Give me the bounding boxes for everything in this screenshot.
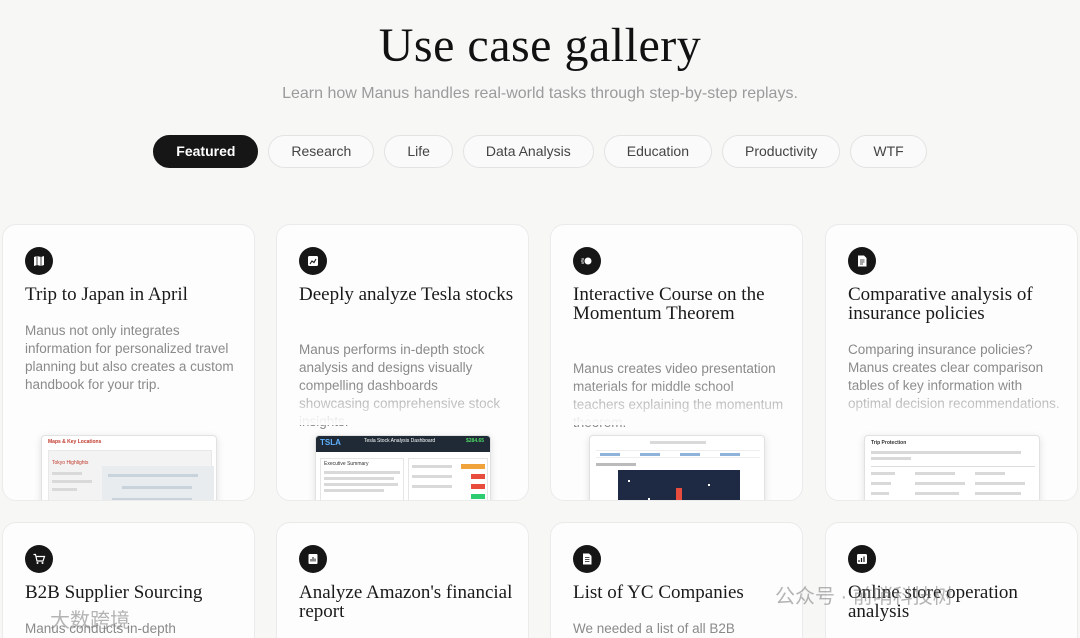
tab-education[interactable]: Education [603,135,713,168]
document-icon [848,247,876,275]
tab-productivity[interactable]: Productivity [722,135,841,168]
use-case-card-tesla-stocks[interactable]: Deeply analyze Tesla stocks Manus perfor… [276,224,529,501]
tab-featured[interactable]: Featured [153,135,259,168]
card-title: Deeply analyze Tesla stocks [299,284,514,305]
card-title: Interactive Course on the Momentum Theor… [573,284,765,324]
card-description: We needed a list of all B2B [573,621,735,636]
card-preview-image: Trip Protection [864,435,1040,500]
chart-card-icon [299,247,327,275]
card-title: B2B Supplier Sourcing [25,582,203,603]
category-tabs: Featured Research Life Data Analysis Edu… [0,135,1080,168]
use-case-card-insurance-policies[interactable]: Comparative analysis of insurance polici… [825,224,1078,501]
use-case-card-japan-trip[interactable]: Trip to Japan in April Manus not only in… [2,224,255,501]
tab-research[interactable]: Research [268,135,375,168]
report-icon [299,545,327,573]
page-title: Use case gallery [378,19,702,72]
card-preview-image [589,435,765,500]
card-title: Comparative analysis of insurance polici… [848,284,1033,324]
cart-icon [25,545,53,573]
watermark-right: 公众号 · 前哨科技树 [775,586,953,608]
card-title: List of YC Companies [573,582,744,603]
momentum-icon [573,247,601,275]
use-case-card-yc-companies[interactable]: List of YC Companies We needed a list of… [550,522,803,638]
card-title: Trip to Japan in April [25,284,188,305]
use-case-card-amazon-report[interactable]: Analyze Amazon's financial report [276,522,529,638]
analytics-icon [848,545,876,573]
tab-data-analysis[interactable]: Data Analysis [462,135,594,168]
watermark-left: 大数跨境 [50,610,130,632]
card-description: Manus not only integrates information fo… [25,323,234,392]
card-title: Analyze Amazon's financial report [299,582,513,622]
card-preview-image: TSLA Tesla Stock Analysis Dashboard $284… [315,435,491,500]
use-case-card-momentum-course[interactable]: Interactive Course on the Momentum Theor… [550,224,803,501]
map-book-icon [25,247,53,275]
tab-life[interactable]: Life [384,135,453,168]
list-icon [573,545,601,573]
card-preview-image: Maps & Key Locations Tokyo Highlights [41,435,217,500]
tab-wtf[interactable]: WTF [850,135,927,168]
page-subtitle: Learn how Manus handles real-world tasks… [282,85,798,102]
